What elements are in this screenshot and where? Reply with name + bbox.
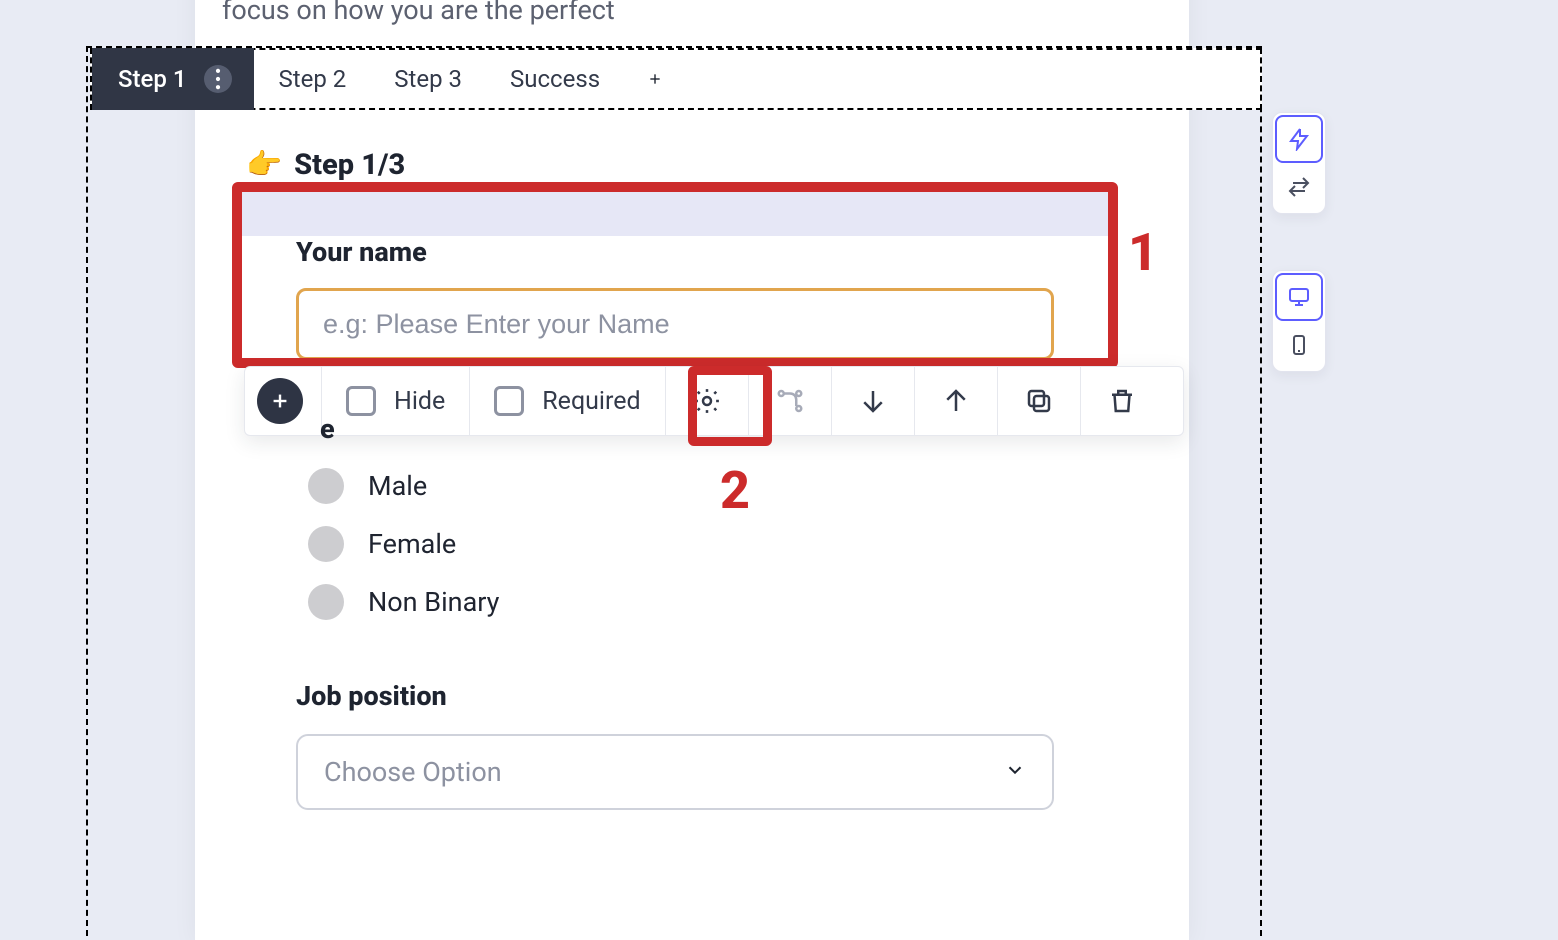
hide-checkbox[interactable] (346, 386, 376, 416)
radio-label: Male (368, 470, 427, 502)
radio-dot (308, 526, 344, 562)
duplicate-button[interactable] (998, 367, 1080, 435)
gender-radio-group: Male Female Non Binary (308, 468, 499, 620)
chevron-down-icon (1004, 756, 1026, 788)
desktop-preview-button[interactable] (1275, 273, 1323, 321)
actions-button[interactable] (1275, 115, 1323, 163)
radio-female[interactable]: Female (308, 526, 499, 562)
tab-step-2[interactable]: Step 2 (254, 50, 370, 108)
obscured-label-fragment: e (320, 413, 335, 445)
radio-label: Non Binary (368, 586, 499, 618)
step-heading: 👉 Step 1/3 (246, 148, 1188, 182)
radio-male[interactable]: Male (308, 468, 499, 504)
tab-step-3[interactable]: Step 3 (370, 50, 486, 108)
cutoff-text: focus on how you are the perfect (222, 0, 615, 26)
tab-success[interactable]: Success (486, 50, 624, 108)
form-content: 👉 Step 1/3 (232, 148, 1188, 182)
required-toggle[interactable]: Required (470, 367, 664, 435)
conditional-logic-button[interactable] (749, 367, 831, 435)
swap-button[interactable] (1275, 163, 1323, 211)
job-position-label: Job position (296, 680, 447, 712)
field-settings-button[interactable] (666, 367, 748, 435)
hide-label: Hide (394, 387, 445, 416)
radio-dot (308, 468, 344, 504)
move-up-button[interactable] (915, 367, 997, 435)
select-placeholder: Choose Option (324, 756, 502, 788)
radio-non-binary[interactable]: Non Binary (308, 584, 499, 620)
tab-menu-icon[interactable] (204, 65, 232, 93)
name-input[interactable] (296, 288, 1054, 360)
step-tabs: Step 1 Step 2 Step 3 Success (90, 48, 1262, 110)
right-side-toolbar (1272, 112, 1326, 372)
mobile-preview-button[interactable] (1275, 321, 1323, 369)
tab-label: Step 2 (278, 65, 346, 93)
required-label: Required (542, 387, 640, 416)
job-position-select[interactable]: Choose Option (296, 734, 1054, 810)
delete-button[interactable] (1081, 367, 1163, 435)
tab-label: Step 3 (394, 65, 462, 93)
tab-label: Step 1 (118, 65, 186, 93)
field-toolbar: Hide Required (244, 366, 1184, 436)
step-heading-text: Step 1/3 (294, 148, 405, 182)
tab-step-1[interactable]: Step 1 (92, 48, 254, 110)
move-down-button[interactable] (832, 367, 914, 435)
add-step-button[interactable] (624, 50, 686, 108)
name-field-label: Your name (296, 236, 427, 268)
radio-dot (308, 584, 344, 620)
required-checkbox[interactable] (494, 386, 524, 416)
tab-label: Success (510, 65, 600, 93)
add-field-button[interactable] (257, 378, 303, 424)
radio-label: Female (368, 528, 456, 560)
hide-toggle[interactable]: Hide (322, 367, 469, 435)
pointing-emoji: 👉 (246, 148, 282, 182)
